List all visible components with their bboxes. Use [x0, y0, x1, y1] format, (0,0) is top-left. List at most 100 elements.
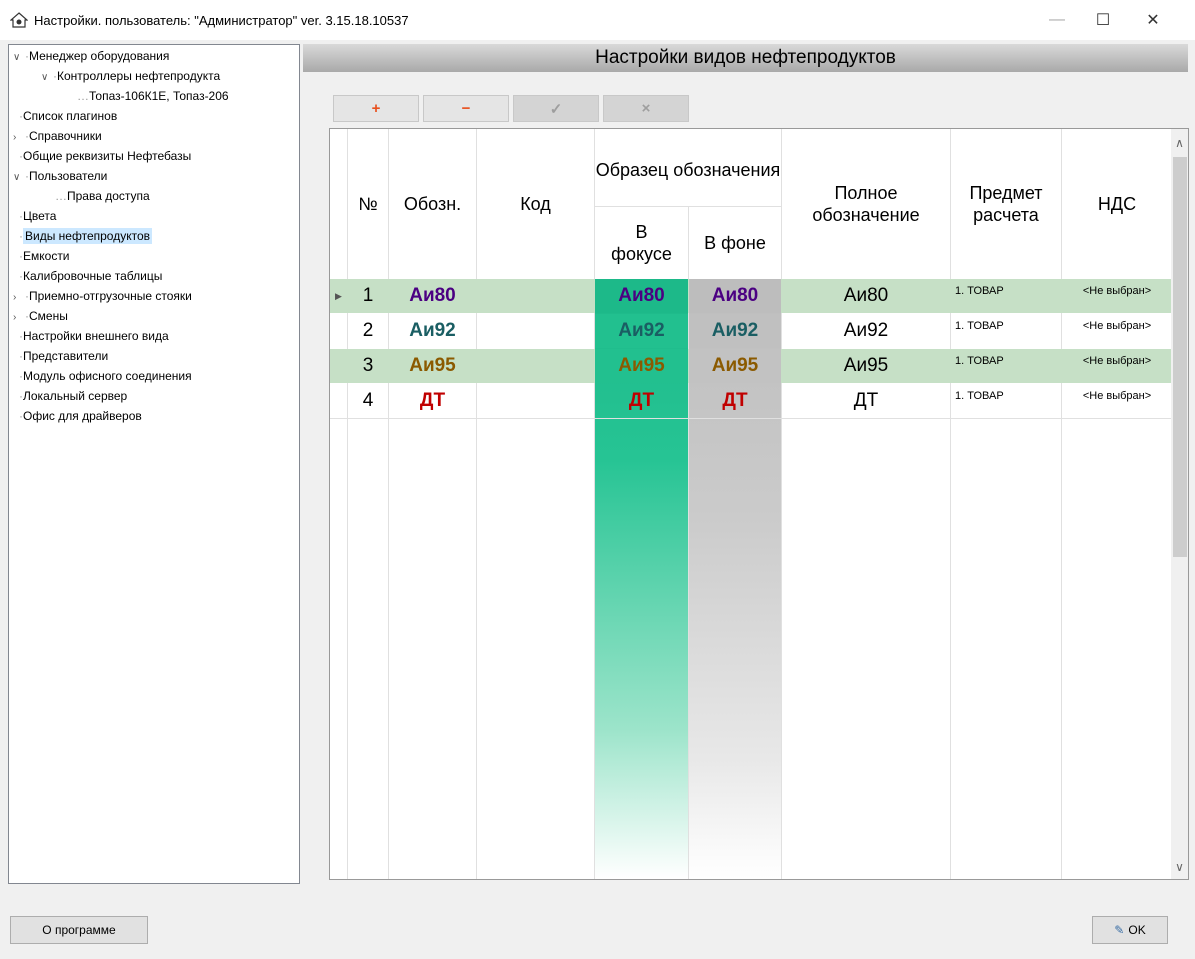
table-row[interactable]: 4 ДТ ДТ ДТ ДТ 1. ТОВАР <Не выбран>	[330, 384, 1172, 419]
chevron-down-icon[interactable]: ∨	[13, 168, 25, 188]
tree-item-colors[interactable]: ·Цвета	[19, 206, 56, 226]
row-background-sample[interactable]: Аи80	[689, 279, 781, 313]
chevron-right-icon[interactable]: ›	[13, 288, 25, 308]
scroll-down-icon[interactable]: ∨	[1171, 857, 1188, 877]
row-settlement-subject[interactable]: 1. ТОВАР	[951, 314, 1061, 348]
tree-item-tanks[interactable]: ·Емкости	[19, 246, 70, 266]
row-settlement-subject[interactable]: 1. ТОВАР	[951, 279, 1061, 313]
tree-item-plugins[interactable]: ·Список плагинов	[19, 106, 117, 126]
chevron-right-icon[interactable]: ›	[13, 128, 25, 148]
title-bar: Настройки. пользователь: "Администратор"…	[0, 0, 1195, 40]
row-abbreviation[interactable]: ДТ	[389, 384, 476, 418]
tree-item-representatives[interactable]: ·Представители	[19, 346, 108, 366]
tree-item-label: Модуль офисного соединения	[23, 369, 192, 383]
row-vat[interactable]: <Не выбран>	[1062, 314, 1172, 348]
chevron-down-icon[interactable]: ∨	[41, 68, 53, 88]
header-abbreviation[interactable]: Обозн.	[389, 129, 476, 279]
row-background-sample[interactable]: Аи95	[689, 349, 781, 383]
row-code[interactable]	[477, 314, 594, 348]
row-focus-sample[interactable]: Аи80	[595, 279, 688, 313]
tree-item-label: Пользователи	[29, 169, 108, 183]
header-code[interactable]: Код	[477, 129, 594, 279]
cancel-button[interactable]: ×	[603, 95, 689, 122]
tree-item-label: Общие реквизиты Нефтебазы	[23, 149, 192, 163]
header-settlement-subject[interactable]: Предмет расчета	[951, 129, 1061, 279]
header-in-background[interactable]: В фоне	[689, 207, 781, 279]
row-abbreviation[interactable]: Аи80	[389, 279, 476, 313]
row-abbreviation[interactable]: Аи95	[389, 349, 476, 383]
scrollbar-thumb[interactable]	[1173, 157, 1187, 557]
minimize-button[interactable]: —	[1034, 4, 1080, 36]
tree-item-access-rights[interactable]: …Права доступа	[55, 186, 150, 206]
remove-button[interactable]: −	[423, 95, 509, 122]
row-vat[interactable]: <Не выбран>	[1062, 384, 1172, 418]
header-full-name[interactable]: Полное обозначение	[782, 129, 950, 279]
tree-item-calibration-tables[interactable]: ·Калибровочные таблицы	[19, 266, 162, 286]
tree-item-common-requisites[interactable]: ·Общие реквизиты Нефтебазы	[19, 146, 191, 166]
app-icon	[10, 12, 28, 28]
scroll-up-icon[interactable]: ∧	[1171, 133, 1188, 153]
settings-tree[interactable]: ∨ ·Менеджер оборудования ∨ ·Контроллеры не…	[8, 44, 300, 884]
header-in-focus[interactable]: В фокусе	[595, 207, 688, 279]
row-focus-sample[interactable]: ДТ	[595, 384, 688, 418]
ok-icon: ✎	[1114, 923, 1125, 937]
table-row[interactable]: ▶ 1 Аи80 Аи80 Аи80 Аи80 1. ТОВАР <Не выб…	[330, 279, 1172, 313]
row-full-name[interactable]: Аи92	[782, 314, 950, 348]
tree-item-label: Настройки внешнего вида	[23, 329, 169, 343]
row-abbreviation[interactable]: Аи92	[389, 314, 476, 348]
close-button[interactable]: ✕	[1130, 4, 1176, 36]
row-full-name[interactable]: ДТ	[782, 384, 950, 418]
tree-item-label: Смены	[29, 309, 68, 323]
apply-button[interactable]: ✓	[513, 95, 599, 122]
row-vat[interactable]: <Не выбран>	[1062, 279, 1172, 313]
row-background-sample[interactable]: ДТ	[689, 384, 781, 418]
tree-item-label: Топаз-106К1Е, Топаз-206	[89, 89, 229, 103]
header-sample[interactable]: Образец обозначения	[595, 139, 781, 201]
table-row[interactable]: 3 Аи95 Аи95 Аи95 Аи95 1. ТОВАР <Не выбра…	[330, 349, 1172, 383]
tree-item-label: Права доступа	[67, 189, 150, 203]
tree-item-driver-office[interactable]: ·Офис для драйверов	[19, 406, 142, 426]
tree-item-topaz[interactable]: …Топаз-106К1Е, Топаз-206	[77, 86, 229, 106]
row-focus-sample[interactable]: Аи95	[595, 349, 688, 383]
add-button[interactable]: +	[333, 95, 419, 122]
ok-button[interactable]: ✎ OK	[1092, 916, 1168, 944]
about-button[interactable]: О программе	[10, 916, 148, 944]
row-settlement-subject[interactable]: 1. ТОВАР	[951, 384, 1061, 418]
tree-item-loading-racks[interactable]: › ·Приемно-отгрузочные стояки	[13, 286, 192, 306]
tree-item-users[interactable]: ∨ ·Пользователи	[13, 166, 107, 186]
tree-item-equipment-manager[interactable]: ∨ ·Менеджер оборудования	[13, 46, 169, 66]
row-code[interactable]	[477, 384, 594, 418]
maximize-button[interactable]: ☐	[1080, 4, 1126, 36]
tree-item-shifts[interactable]: › ·Смены	[13, 306, 68, 326]
tree-item-references[interactable]: › ·Справочники	[13, 126, 102, 146]
table-row[interactable]: 2 Аи92 Аи92 Аи92 Аи92 1. ТОВАР <Не выбра…	[330, 314, 1172, 348]
tree-item-label: Представители	[23, 349, 109, 363]
row-full-name[interactable]: Аи95	[782, 349, 950, 383]
row-code[interactable]	[477, 349, 594, 383]
tree-item-office-connection[interactable]: ·Модуль офисного соединения	[19, 366, 192, 386]
row-number: 4	[362, 390, 374, 411]
header-vat[interactable]: НДС	[1062, 129, 1172, 279]
row-code[interactable]	[477, 279, 594, 313]
chevron-right-icon[interactable]: ›	[13, 308, 25, 328]
tree-item-local-server[interactable]: ·Локальный сервер	[19, 386, 127, 406]
tree-item-controllers[interactable]: ∨ ·Контроллеры нефтепродукта	[41, 66, 220, 86]
row-vat[interactable]: <Не выбран>	[1062, 349, 1172, 383]
tree-item-label: Контроллеры нефтепродукта	[57, 69, 221, 83]
ok-label: OK	[1128, 923, 1146, 937]
fuel-types-grid[interactable]: № Обозн. Код Образец обозначения В фокус…	[329, 128, 1189, 880]
row-settlement-subject[interactable]: 1. ТОВАР	[951, 349, 1061, 383]
tree-item-label: Список плагинов	[23, 109, 118, 123]
row-focus-sample[interactable]: Аи92	[595, 314, 688, 348]
tree-item-label: Емкости	[23, 249, 70, 263]
tree-item-fuel-types[interactable]: · Виды нефтепродуктов	[19, 226, 152, 246]
chevron-down-icon[interactable]: ∨	[13, 48, 25, 68]
row-background-sample[interactable]: Аи92	[689, 314, 781, 348]
row-full-name[interactable]: Аи80	[782, 279, 950, 313]
row-number: 2	[362, 320, 374, 341]
vertical-scrollbar[interactable]: ∧ ∨	[1171, 129, 1188, 879]
tree-item-label: Цвета	[23, 209, 57, 223]
header-number[interactable]: №	[348, 129, 388, 279]
tree-item-appearance[interactable]: ·Настройки внешнего вида	[19, 326, 169, 346]
tree-item-label: Локальный сервер	[23, 389, 128, 403]
